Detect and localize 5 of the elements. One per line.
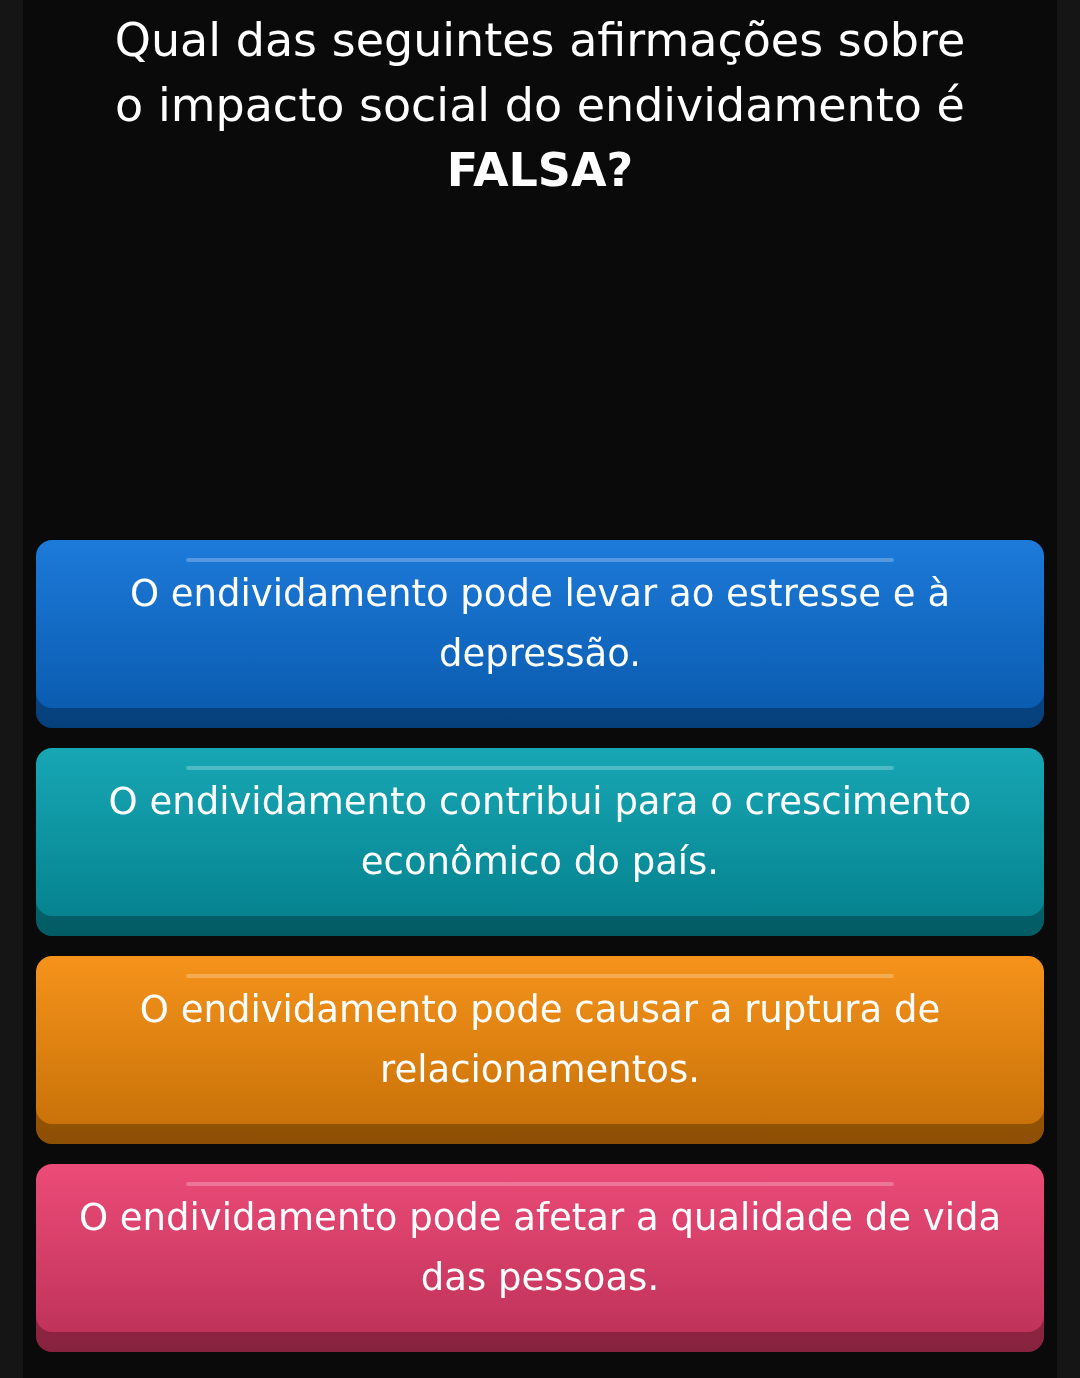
answer-option[interactable]: O endividamento pode levar ao estresse e à depressão. — [36, 540, 1044, 728]
answer-option[interactable]: O endividamento pode afetar a qualidade de vida das pessoas. — [36, 1164, 1044, 1352]
answer-option[interactable]: O endividamento pode causar a ruptura de relacionamentos. — [36, 956, 1044, 1144]
question-text: Qual das seguintes afirmações sobre o impacto social do endividamento é FALSA? — [113, 12, 967, 199]
answer-option[interactable]: O endividamento contribui para o crescimento econômico do país. — [36, 748, 1044, 936]
